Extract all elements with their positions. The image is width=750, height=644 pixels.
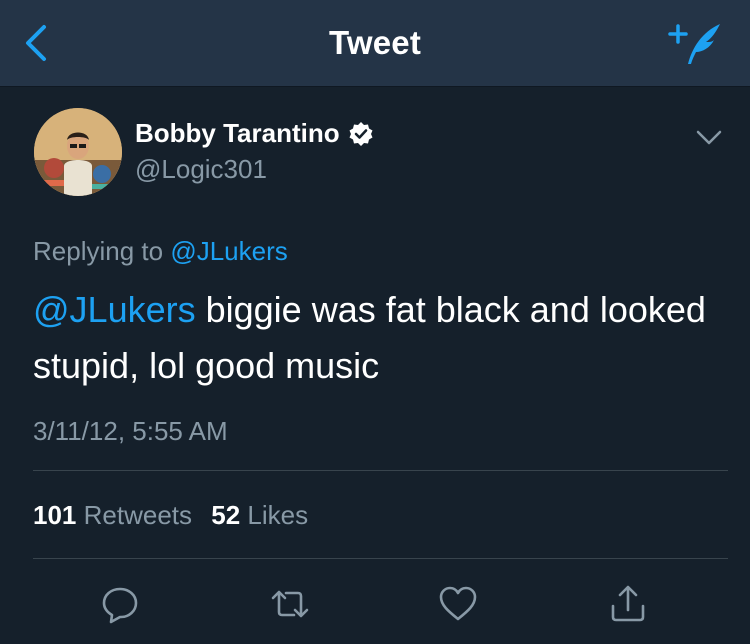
divider bbox=[33, 558, 728, 559]
author-name-row[interactable]: Bobby Tarantino bbox=[135, 118, 374, 149]
author-display-name: Bobby Tarantino bbox=[135, 118, 340, 148]
like-icon bbox=[439, 586, 477, 621]
tweet-timestamp: 3/11/12, 5:55 AM bbox=[33, 416, 228, 446]
compose-tweet-icon bbox=[668, 24, 720, 64]
tweet-detail-screen: Tweet Bobby Tarantino @Logic301 Replying… bbox=[0, 0, 750, 644]
retweets-label: Retweets bbox=[83, 500, 193, 530]
likes-stat[interactable]: 52 Likes bbox=[211, 500, 308, 530]
author-handle[interactable]: @Logic301 bbox=[135, 154, 267, 185]
like-button[interactable] bbox=[438, 584, 478, 624]
retweets-stat[interactable]: 101 Retweets bbox=[33, 500, 192, 530]
profile-photo bbox=[34, 108, 122, 196]
retweet-icon bbox=[271, 590, 309, 618]
tweet-stats: 101 Retweets 52 Likes bbox=[33, 500, 320, 531]
chevron-down-icon bbox=[696, 130, 722, 145]
tweet-text: @JLukers biggie was fat black and looked… bbox=[33, 282, 733, 394]
divider bbox=[33, 470, 728, 471]
likes-label: Likes bbox=[247, 500, 309, 530]
page-title: Tweet bbox=[328, 24, 422, 61]
reply-button[interactable] bbox=[100, 584, 140, 624]
tweet-options-button[interactable] bbox=[692, 126, 726, 150]
avatar[interactable] bbox=[34, 108, 122, 196]
reply-icon bbox=[102, 587, 138, 624]
retweet-button[interactable] bbox=[270, 584, 310, 624]
share-button[interactable] bbox=[608, 584, 648, 624]
verified-badge-icon bbox=[349, 121, 373, 146]
tweet-mention-link[interactable]: @JLukers bbox=[33, 289, 196, 330]
reply-mention-link[interactable]: @JLukers bbox=[170, 236, 287, 266]
likes-count: 52 bbox=[211, 500, 241, 530]
replying-to-label: Replying to bbox=[33, 236, 171, 266]
retweets-count: 101 bbox=[33, 500, 77, 530]
replying-to-line: Replying to @JLukers bbox=[33, 236, 288, 267]
navigation-bar: Tweet bbox=[0, 0, 750, 87]
compose-tweet-button[interactable] bbox=[666, 18, 724, 68]
share-icon bbox=[611, 585, 645, 622]
